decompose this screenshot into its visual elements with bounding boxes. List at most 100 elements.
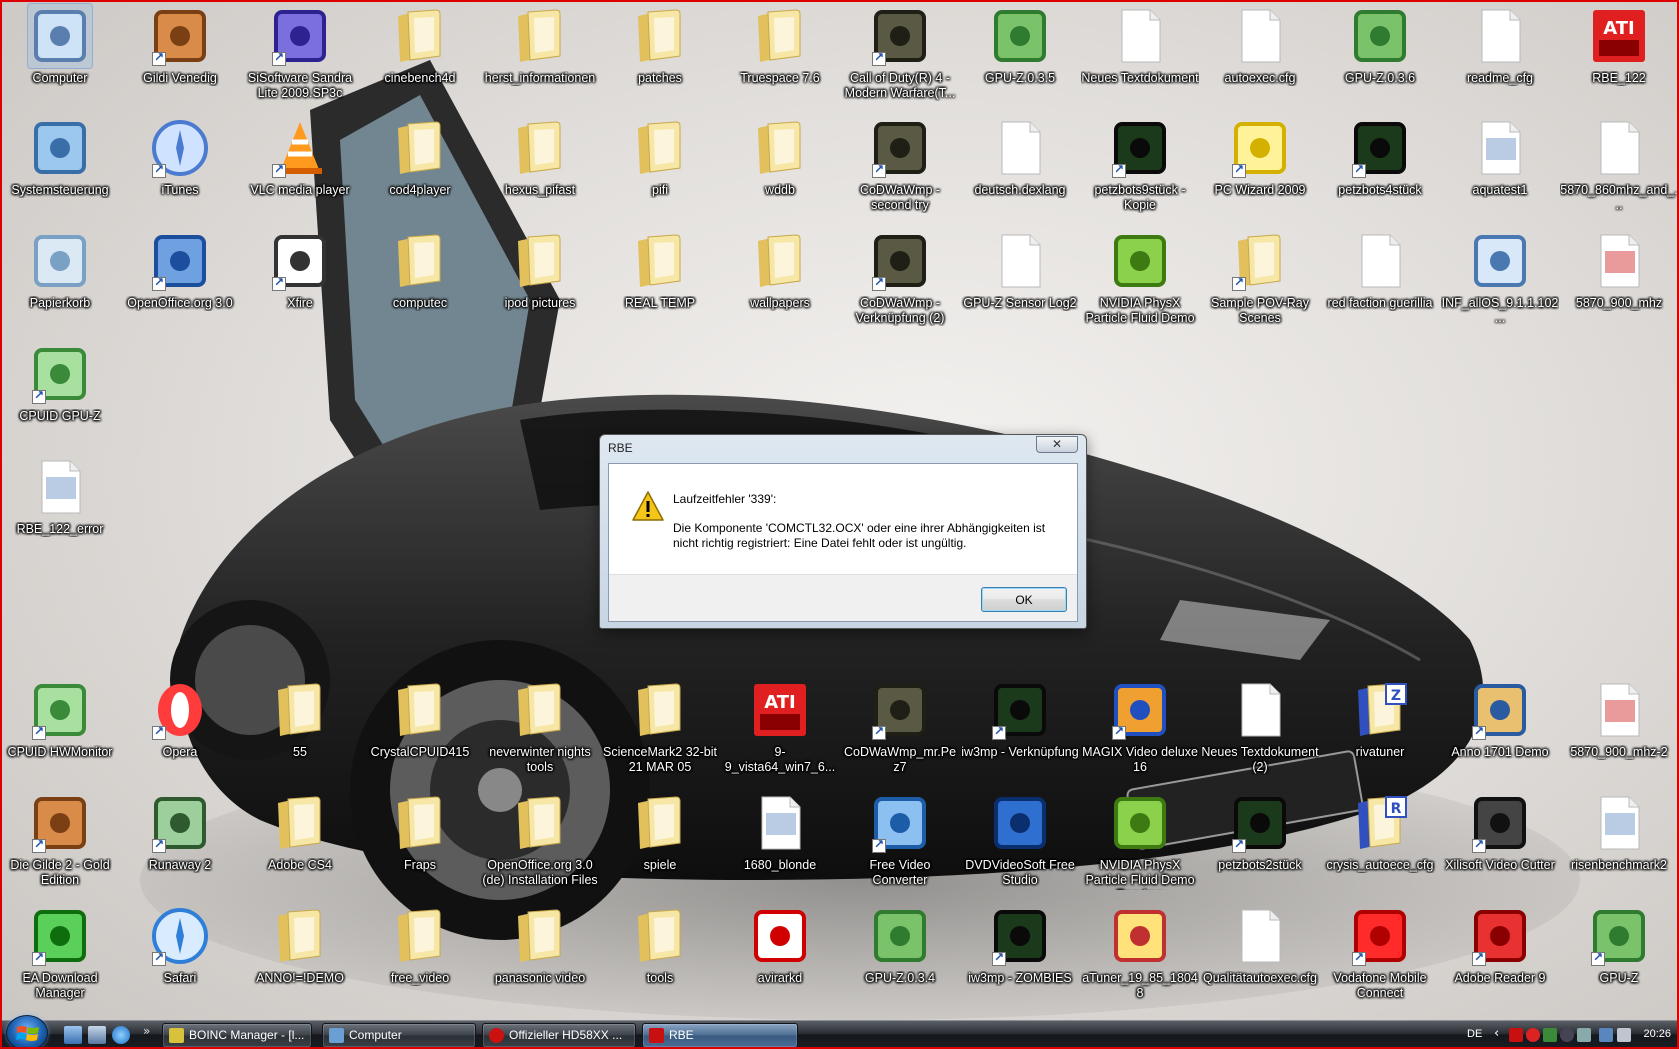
desktop-icon[interactable]: wddb [722, 116, 838, 226]
desktop-icon[interactable]: pifi [602, 116, 718, 226]
gpu-tray-icon[interactable] [1543, 1028, 1557, 1042]
desktop-icon[interactable]: CPUID HWMonitor [2, 678, 118, 788]
desktop-icon[interactable]: Call of Duty(R) 4 - Modern Warfare(T... [842, 4, 958, 114]
desktop-icon[interactable]: OpenOffice.org 3.0 (de) Installation Fil… [482, 791, 598, 901]
desktop-icon[interactable]: GPU-Z Sensor Log2 [962, 229, 1078, 339]
desktop-icon[interactable]: spiele [602, 791, 718, 901]
desktop-icon[interactable]: Opera [122, 678, 238, 788]
ok-button[interactable]: OK [981, 587, 1067, 612]
desktop-icon[interactable]: 5870_860mhz_and_... [1560, 116, 1678, 226]
desktop-icon[interactable]: 5870_900_mhz [1561, 229, 1677, 339]
desktop-icon[interactable]: tools [602, 904, 718, 1014]
steam-tray-icon[interactable] [1560, 1028, 1574, 1042]
desktop-icon[interactable]: MAGIX Video deluxe 16 [1082, 678, 1198, 788]
volume-tray-icon[interactable] [1617, 1028, 1631, 1042]
desktop-icon[interactable]: 55 [242, 678, 358, 788]
desktop-icon[interactable]: iw3mp - ZOMBIES [962, 904, 1078, 1014]
ati-tray-icon[interactable] [1509, 1028, 1523, 1042]
desktop-icon[interactable]: avirarkd [722, 904, 838, 1014]
dialog-titlebar[interactable]: RBE ✕ [600, 435, 1086, 463]
desktop-icon[interactable]: Sample POV-Ray Scenes [1202, 229, 1318, 339]
desktop-icon[interactable]: cod4player [362, 116, 478, 226]
desktop-icon[interactable]: Runaway 2 [122, 791, 238, 901]
desktop-icon[interactable]: wallpapers [722, 229, 838, 339]
desktop-icon[interactable]: Die Gilde 2 - Gold Edition [2, 791, 118, 901]
desktop-icon[interactable]: Systemsteuerung [2, 116, 118, 226]
desktop-icon[interactable]: iw3mp - Verknüpfung [961, 678, 1079, 788]
switch-windows-icon[interactable] [88, 1026, 106, 1044]
desktop-icon[interactable]: iTunes [122, 116, 238, 226]
desktop-icon[interactable]: 1680_blonde [722, 791, 838, 901]
desktop-icon[interactable]: petzbots2stück [1202, 791, 1318, 901]
desktop-icon[interactable]: 5870_900_mhz-2 [1561, 678, 1677, 788]
desktop-icon[interactable]: SiSoftware Sandra Lite 2009.SP3c [242, 4, 358, 114]
desktop-icon[interactable]: Zrivatuner [1322, 678, 1438, 788]
avira-tray-icon[interactable] [1526, 1028, 1540, 1042]
task-opera-forum[interactable]: Offizieller HD58XX ... [482, 1023, 636, 1048]
desktop-icon[interactable]: free_video [362, 904, 478, 1014]
desktop-icon[interactable]: RBE_122_error [2, 455, 118, 565]
task-computer[interactable]: Computer [322, 1023, 476, 1048]
desktop-icon[interactable]: NVIDIA PhysX Particle Fluid Demo Readme [1082, 791, 1198, 901]
desktop-icon[interactable]: hexus_pifast [482, 116, 598, 226]
desktop-icon[interactable]: Computer [2, 3, 118, 114]
desktop-icon[interactable]: EA Download Manager [2, 904, 118, 1014]
desktop-icon[interactable]: petzbots9stück - Kopie [1082, 116, 1198, 226]
language-indicator[interactable]: DE [1467, 1028, 1482, 1040]
desktop-icon[interactable]: panasonic video [482, 904, 598, 1014]
desktop-icon[interactable]: Fraps [362, 791, 478, 901]
desktop-icon[interactable]: Neues Textdokument (2) [1201, 678, 1319, 788]
desktop-icon[interactable]: PC Wizard 2009 [1202, 116, 1318, 226]
desktop-icon[interactable]: Free Video Converter [842, 791, 958, 901]
dialog-close-button[interactable]: ✕ [1036, 436, 1078, 453]
task-rbe[interactable]: RBE [642, 1023, 798, 1048]
desktop-icon[interactable]: red faction guerillia [1322, 229, 1438, 339]
desktop-icon[interactable]: patches [602, 4, 718, 114]
desktop-icon[interactable]: GPU-Z [1561, 904, 1677, 1014]
desktop-icon[interactable]: INF_allOS_9.1.1.102... [1442, 229, 1558, 339]
desktop-icon[interactable]: aquatest1 [1442, 116, 1558, 226]
tray-expand-chevron[interactable]: ‹ [1494, 1026, 1499, 1041]
desktop-icon[interactable]: Adobe Reader 9 [1442, 904, 1558, 1014]
desktop-icon[interactable]: CrystalCPUID415 [362, 678, 478, 788]
task-boinc-manager[interactable]: BOINC Manager - [l... [162, 1023, 312, 1048]
desktop-icon[interactable]: GPU-Z.0.3.5 [962, 4, 1078, 114]
desktop-icon[interactable]: Neues Textdokument [1081, 4, 1199, 114]
desktop-icon[interactable]: ATI 9-9_vista64_win7_6... [722, 678, 838, 788]
desktop-icon[interactable]: Rcrysis_autoece_cfg [1322, 791, 1438, 901]
internet-explorer-icon[interactable] [112, 1026, 130, 1044]
desktop-icon[interactable]: herst_informationen [482, 4, 598, 114]
desktop-icon[interactable]: autoexec.cfg [1202, 4, 1318, 114]
desktop-icon[interactable]: Gildi Venedig [122, 4, 238, 114]
desktop-icon[interactable]: ATI RBE_122 [1561, 4, 1677, 114]
desktop-icon[interactable]: deutsch.dexlang [962, 116, 1078, 226]
desktop-icon[interactable]: GPU-Z.0.3.4 [842, 904, 958, 1014]
desktop-icon[interactable]: CoDWaWmp - Verknüpfung (2) [842, 229, 958, 339]
desktop-icon[interactable]: Vodafone Mobile Connect [1322, 904, 1438, 1014]
network-tray-icon[interactable] [1599, 1028, 1613, 1042]
desktop-icon[interactable]: CPUID GPU-Z [2, 342, 118, 452]
desktop-icon[interactable]: VLC media player [242, 116, 358, 226]
desktop-icon[interactable]: ScienceMark2 32-bit 21 MAR 05 [602, 678, 718, 788]
desktop-icon[interactable]: CoDWaWmp - second try [842, 116, 958, 226]
desktop-icon[interactable]: GPU-Z.0.3.6 [1322, 4, 1438, 114]
clock[interactable]: 20:26 [1643, 1028, 1671, 1040]
show-desktop-icon[interactable] [64, 1026, 82, 1044]
desktop-icon[interactable]: Adobe CS4 [242, 791, 358, 901]
desktop-icon[interactable]: aTuner_19_85_18048 [1082, 904, 1198, 1014]
desktop-icon[interactable]: petzbots4stück [1322, 116, 1438, 226]
desktop-icon[interactable]: DVDVideoSoft Free Studio [962, 791, 1078, 901]
desktop-icon[interactable]: Papierkorb [2, 229, 118, 339]
desktop-icon[interactable]: ANNO!=!DEMO [242, 904, 358, 1014]
desktop-icon[interactable]: CoDWaWmp_mr.Pez7 [842, 678, 958, 788]
desktop-icon[interactable]: Qualitätautoexec.cfg [1202, 904, 1318, 1014]
settings-tray-icon[interactable] [1577, 1028, 1591, 1042]
desktop-icon[interactable]: Anno 1701 Demo [1442, 678, 1558, 788]
desktop-icon[interactable]: ipod pictures [482, 229, 598, 339]
desktop-icon[interactable]: NVIDIA PhysX Particle Fluid Demo [1082, 229, 1198, 339]
desktop-icon[interactable]: OpenOffice.org 3.0 [122, 229, 238, 339]
quick-launch-more[interactable]: » [143, 1024, 150, 1038]
desktop-icon[interactable]: Xfire [242, 229, 358, 339]
desktop-icon[interactable]: REAL TEMP [602, 229, 718, 339]
desktop-icon[interactable]: risenbenchmark2 [1561, 791, 1677, 901]
